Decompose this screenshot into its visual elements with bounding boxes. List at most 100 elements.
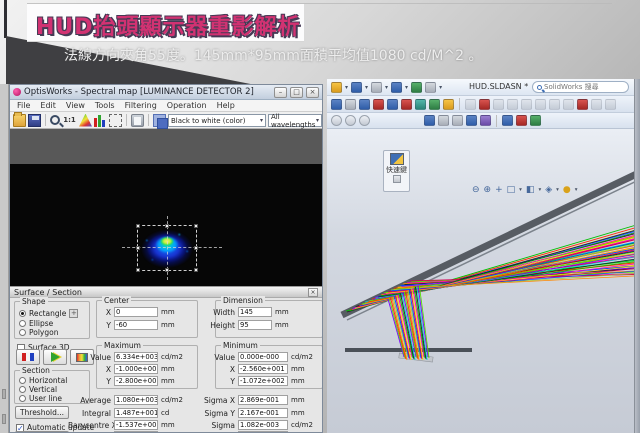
model-viewport[interactable]: 快速鍵 ⊖ ⊕ + □ ▾ ◧ ▾ ◈ ▾ ● ▾ bbox=[327, 129, 640, 433]
menu-view[interactable]: View bbox=[66, 101, 85, 110]
separator bbox=[126, 114, 127, 126]
chevron-down-icon[interactable]: ▾ bbox=[439, 84, 442, 91]
menu-filtering[interactable]: Filtering bbox=[125, 101, 157, 110]
menu-tools[interactable]: Tools bbox=[95, 101, 115, 110]
save-icon[interactable] bbox=[351, 82, 362, 93]
center-x-label: X bbox=[68, 308, 114, 317]
toolbar-icon[interactable] bbox=[591, 99, 602, 110]
minimize-button[interactable]: – bbox=[274, 87, 287, 98]
cie-triangle-icon bbox=[51, 352, 60, 362]
selection-handle[interactable] bbox=[194, 224, 198, 228]
toolbar-icon[interactable] bbox=[331, 99, 342, 110]
toolbar-icon[interactable] bbox=[359, 99, 370, 110]
selection-handle[interactable] bbox=[136, 224, 140, 228]
radio-polygon[interactable]: Polygon bbox=[19, 328, 58, 337]
toolbar-icon[interactable] bbox=[465, 99, 476, 110]
surface-section-titlebar[interactable]: Surface / Section × bbox=[10, 286, 322, 298]
toolbar-icon[interactable] bbox=[443, 99, 454, 110]
threshold-button[interactable]: Threshold... bbox=[15, 406, 69, 419]
width-input[interactable] bbox=[238, 307, 272, 317]
zoom-icon[interactable] bbox=[50, 115, 60, 125]
rebuild-icon[interactable] bbox=[411, 82, 422, 93]
select-area-icon[interactable] bbox=[109, 114, 122, 127]
toolbar-icon[interactable] bbox=[507, 99, 518, 110]
print-icon[interactable] bbox=[371, 82, 382, 93]
menu-operation[interactable]: Operation bbox=[167, 101, 207, 110]
clipboard-icon[interactable] bbox=[131, 114, 144, 127]
height-input[interactable] bbox=[238, 320, 272, 330]
toolbar-icon[interactable] bbox=[516, 115, 527, 126]
toolbar-icon[interactable] bbox=[415, 99, 426, 110]
menu-file[interactable]: File bbox=[17, 101, 30, 110]
toolbar-icon[interactable] bbox=[563, 99, 574, 110]
menu-edit[interactable]: Edit bbox=[40, 101, 56, 110]
toolbar-icon[interactable] bbox=[424, 115, 435, 126]
open-icon[interactable] bbox=[13, 114, 26, 127]
search-input[interactable] bbox=[544, 83, 620, 91]
toolbar-icon[interactable] bbox=[479, 99, 490, 110]
radio-vertical[interactable]: Vertical bbox=[19, 385, 57, 394]
sigma-x-value: 2.869e-001 bbox=[238, 395, 288, 405]
options-icon[interactable] bbox=[425, 82, 436, 93]
toolbar-icon[interactable] bbox=[549, 99, 560, 110]
toolbar-icon[interactable] bbox=[345, 115, 356, 126]
save-icon[interactable] bbox=[28, 114, 41, 127]
radio-horizontal[interactable]: Horizontal bbox=[19, 376, 67, 385]
cie-button[interactable] bbox=[43, 349, 67, 365]
radio-dot bbox=[19, 310, 26, 317]
luminance-map-view[interactable] bbox=[10, 164, 322, 286]
selection-rectangle[interactable] bbox=[137, 225, 197, 271]
chevron-down-icon[interactable]: ▾ bbox=[405, 84, 408, 91]
toolbar-icon[interactable] bbox=[438, 115, 449, 126]
chevron-down-icon[interactable]: ▾ bbox=[385, 84, 388, 91]
undo-icon[interactable] bbox=[391, 82, 402, 93]
selection-handle[interactable] bbox=[136, 268, 140, 272]
toolbar-icon[interactable] bbox=[493, 99, 504, 110]
chevron-down-icon[interactable]: ▾ bbox=[345, 84, 348, 91]
optisworks-titlebar[interactable]: OptisWorks - Spectral map [LUMINANCE DET… bbox=[10, 85, 322, 100]
toolbar-icon[interactable] bbox=[521, 99, 532, 110]
toolbar-icon[interactable] bbox=[502, 115, 513, 126]
toolbar-icon[interactable] bbox=[480, 115, 491, 126]
close-button[interactable]: × bbox=[306, 87, 319, 98]
toolbar-icon[interactable] bbox=[530, 115, 541, 126]
center-y-input[interactable] bbox=[114, 320, 158, 330]
center-x-input[interactable] bbox=[114, 307, 158, 317]
toolbar-icon[interactable] bbox=[577, 99, 588, 110]
toolbar-icon[interactable] bbox=[331, 115, 342, 126]
menu-help[interactable]: Help bbox=[217, 101, 235, 110]
radio-ellipse[interactable]: Ellipse bbox=[19, 319, 53, 328]
selection-handle[interactable] bbox=[165, 224, 169, 228]
toolbar-icon[interactable] bbox=[452, 115, 463, 126]
open-icon[interactable] bbox=[331, 82, 342, 93]
toolbar-icon[interactable] bbox=[401, 99, 412, 110]
selection-handle[interactable] bbox=[136, 246, 140, 250]
selection-handle[interactable] bbox=[194, 268, 198, 272]
radio-user-line[interactable]: User line bbox=[19, 394, 62, 403]
ray-svg[interactable] bbox=[327, 150, 640, 433]
maximize-button[interactable]: □ bbox=[290, 87, 303, 98]
toolbar-icon[interactable] bbox=[373, 99, 384, 110]
selection-handle[interactable] bbox=[194, 246, 198, 250]
separator bbox=[148, 114, 149, 126]
wavelength-dropdown[interactable]: All wavelengths ▾ bbox=[268, 114, 322, 127]
search-box[interactable] bbox=[532, 81, 629, 93]
palette-dropdown[interactable]: Black to white (color) ▾ bbox=[168, 114, 266, 127]
toolbar-icon[interactable] bbox=[466, 115, 477, 126]
toolbar-icon[interactable] bbox=[605, 99, 616, 110]
actual-size-icon[interactable]: 1:1 bbox=[62, 114, 77, 127]
detector-margin bbox=[10, 129, 322, 164]
layers-icon[interactable] bbox=[153, 114, 166, 127]
selection-handle[interactable] bbox=[165, 268, 169, 272]
toolbar-icon[interactable] bbox=[359, 115, 370, 126]
colorbar-button[interactable] bbox=[16, 349, 40, 365]
toolbar-icon[interactable] bbox=[387, 99, 398, 110]
panel-close-icon[interactable]: × bbox=[308, 288, 318, 297]
toolbar-icon[interactable] bbox=[429, 99, 440, 110]
sigma-y-value: 2.167e-001 bbox=[238, 408, 288, 418]
rgb-icon[interactable] bbox=[94, 114, 107, 127]
chevron-down-icon[interactable]: ▾ bbox=[365, 84, 368, 91]
toolbar-icon[interactable] bbox=[345, 99, 356, 110]
cie-diagram-icon[interactable] bbox=[79, 114, 92, 127]
toolbar-icon[interactable] bbox=[535, 99, 546, 110]
